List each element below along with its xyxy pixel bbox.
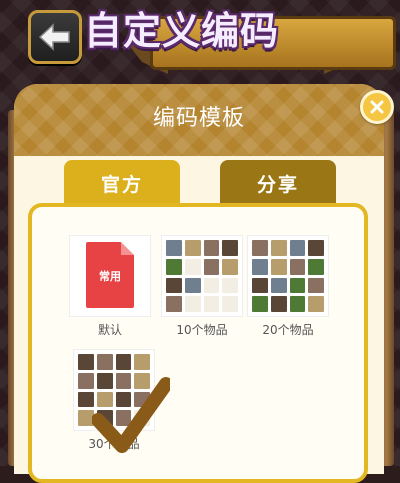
checkmark-icon bbox=[92, 377, 170, 453]
template-thumbnail bbox=[248, 236, 328, 316]
back-arrow-icon bbox=[38, 23, 70, 51]
close-button[interactable] bbox=[360, 90, 394, 124]
template-label: 20个物品 bbox=[262, 323, 314, 337]
tab-share[interactable]: 分享 bbox=[220, 160, 336, 206]
template-thumbnail bbox=[162, 236, 242, 316]
template-default[interactable]: 常用 默认 bbox=[70, 236, 150, 338]
template-label: 默认 bbox=[97, 323, 122, 337]
page-title: 自定义编码 bbox=[84, 9, 280, 53]
document-icon-label: 常用 bbox=[99, 270, 121, 283]
dialog-title: 编码模板 bbox=[152, 106, 245, 131]
back-button[interactable] bbox=[28, 10, 82, 64]
close-icon bbox=[370, 100, 384, 114]
template-thumbnail bbox=[74, 350, 170, 453]
template-10-items[interactable]: 10个物品 bbox=[162, 236, 242, 338]
template-label: 10个物品 bbox=[176, 323, 228, 337]
template-30-items[interactable]: 30个物品 bbox=[74, 350, 170, 453]
template-thumbnail: 常用 bbox=[70, 236, 150, 316]
template-20-items[interactable]: 20个物品 bbox=[248, 236, 328, 338]
tab-official[interactable]: 官方 bbox=[64, 160, 180, 206]
